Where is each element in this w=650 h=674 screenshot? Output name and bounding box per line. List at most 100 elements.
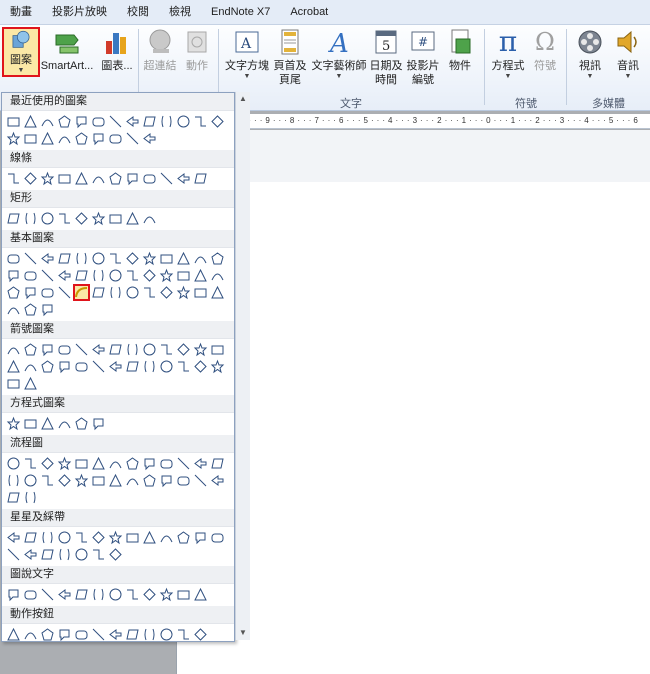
shape-option[interactable] — [39, 586, 56, 603]
shape-option[interactable] — [90, 415, 107, 432]
shape-option[interactable] — [5, 546, 22, 563]
shape-option[interactable] — [107, 455, 124, 472]
shape-option[interactable] — [141, 358, 158, 375]
shape-option[interactable] — [209, 267, 226, 284]
shape-option[interactable] — [141, 170, 158, 187]
symbol-button[interactable]: Ω 符號 — [530, 27, 560, 73]
shape-option[interactable] — [141, 113, 158, 130]
shape-option[interactable] — [56, 529, 73, 546]
tab-view[interactable]: 檢視 — [159, 0, 201, 24]
shape-option[interactable] — [5, 586, 22, 603]
tab-review[interactable]: 校閱 — [117, 0, 159, 24]
shape-option[interactable] — [5, 489, 22, 506]
datetime-button[interactable]: 5 日期及 時間 — [368, 27, 404, 87]
shape-option[interactable] — [73, 113, 90, 130]
shape-option[interactable] — [56, 341, 73, 358]
shape-option[interactable] — [175, 529, 192, 546]
shape-option[interactable] — [5, 529, 22, 546]
shape-option[interactable] — [192, 113, 209, 130]
shape-option[interactable] — [124, 210, 141, 227]
shape-option[interactable] — [5, 130, 22, 147]
shape-option[interactable] — [5, 472, 22, 489]
shape-option[interactable] — [124, 284, 141, 301]
chart-button[interactable]: 圖表... — [100, 27, 134, 73]
shape-option[interactable] — [73, 341, 90, 358]
shape-option[interactable] — [158, 626, 175, 641]
shape-option[interactable] — [56, 170, 73, 187]
shape-option[interactable] — [73, 210, 90, 227]
shape-option[interactable] — [56, 415, 73, 432]
object-button[interactable]: 物件 — [444, 27, 476, 73]
shape-option[interactable] — [192, 586, 209, 603]
shape-option[interactable] — [22, 250, 39, 267]
shape-option[interactable] — [56, 130, 73, 147]
shape-option[interactable] — [90, 210, 107, 227]
tab-slideshow[interactable]: 投影片放映 — [42, 0, 117, 24]
shape-option[interactable] — [192, 455, 209, 472]
shape-option[interactable] — [73, 415, 90, 432]
shape-option[interactable] — [39, 472, 56, 489]
shape-option[interactable] — [90, 546, 107, 563]
shape-option[interactable] — [192, 267, 209, 284]
shape-option[interactable] — [39, 210, 56, 227]
shape-option[interactable] — [90, 113, 107, 130]
shape-option[interactable] — [158, 170, 175, 187]
shape-option[interactable] — [175, 267, 192, 284]
shape-option[interactable] — [22, 170, 39, 187]
shape-option[interactable] — [107, 358, 124, 375]
shape-option[interactable] — [124, 113, 141, 130]
shape-option[interactable] — [56, 113, 73, 130]
shape-option[interactable] — [141, 267, 158, 284]
shape-option[interactable] — [107, 267, 124, 284]
shape-option[interactable] — [141, 284, 158, 301]
shape-option[interactable] — [158, 250, 175, 267]
shape-option[interactable] — [209, 358, 226, 375]
shape-option[interactable] — [73, 455, 90, 472]
shape-option[interactable] — [90, 472, 107, 489]
shape-option[interactable] — [73, 170, 90, 187]
shape-option[interactable] — [5, 341, 22, 358]
shape-option[interactable] — [158, 113, 175, 130]
shape-option[interactable] — [175, 250, 192, 267]
shape-option[interactable] — [192, 284, 209, 301]
shape-option[interactable] — [5, 358, 22, 375]
shape-option[interactable] — [107, 210, 124, 227]
shape-option[interactable] — [56, 358, 73, 375]
tab-animations[interactable]: 動畫 — [0, 0, 42, 24]
shape-option[interactable] — [5, 210, 22, 227]
shape-option[interactable] — [141, 472, 158, 489]
shape-option[interactable] — [175, 113, 192, 130]
shape-option[interactable] — [158, 586, 175, 603]
shape-option[interactable] — [124, 455, 141, 472]
shape-option[interactable] — [141, 210, 158, 227]
shape-option[interactable] — [158, 529, 175, 546]
shape-option[interactable] — [90, 267, 107, 284]
shape-option[interactable] — [175, 586, 192, 603]
shape-option[interactable] — [124, 529, 141, 546]
shape-option[interactable] — [175, 455, 192, 472]
shape-option[interactable] — [5, 170, 22, 187]
video-button[interactable]: 視訊 ▼ — [572, 27, 608, 81]
shape-option[interactable] — [22, 489, 39, 506]
hyperlink-button[interactable]: 超連結 — [142, 27, 178, 73]
shape-option[interactable] — [39, 455, 56, 472]
shape-option[interactable] — [158, 455, 175, 472]
shape-option[interactable] — [5, 113, 22, 130]
shape-option[interactable] — [90, 250, 107, 267]
shape-option[interactable] — [90, 455, 107, 472]
shape-option[interactable] — [192, 341, 209, 358]
shape-option[interactable] — [56, 455, 73, 472]
shape-option[interactable] — [73, 130, 90, 147]
shape-option[interactable] — [107, 586, 124, 603]
shape-option[interactable] — [124, 341, 141, 358]
shape-option[interactable] — [90, 341, 107, 358]
shape-option[interactable] — [124, 130, 141, 147]
shape-option[interactable] — [39, 113, 56, 130]
shape-option[interactable] — [107, 546, 124, 563]
shape-option[interactable] — [39, 284, 56, 301]
shape-option[interactable] — [56, 626, 73, 641]
shape-option[interactable] — [209, 529, 226, 546]
slide-number-button[interactable]: # 投影片 編號 — [404, 27, 442, 87]
shape-option[interactable] — [209, 472, 226, 489]
shape-option[interactable] — [124, 267, 141, 284]
